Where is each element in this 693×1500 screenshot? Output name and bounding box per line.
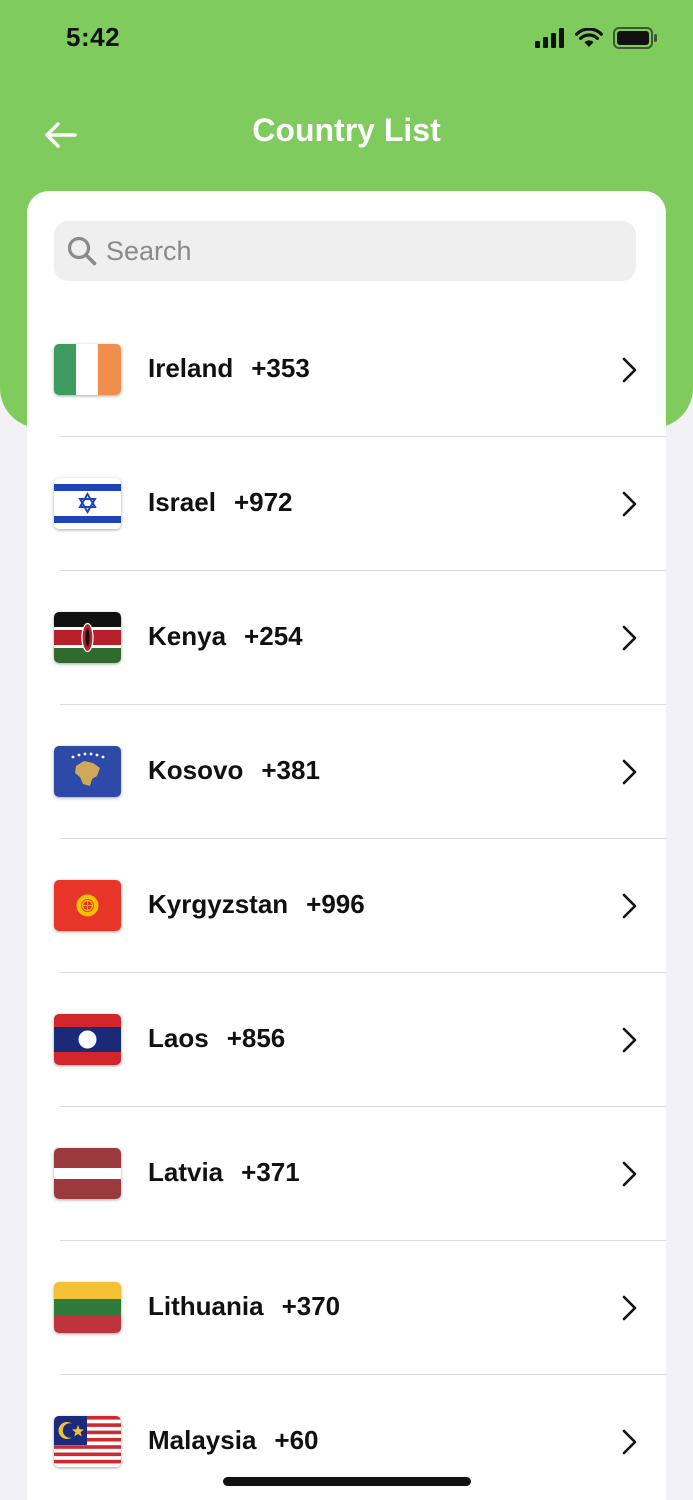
country-label: Israel +972 [148, 487, 293, 518]
country-name: Latvia [148, 1157, 224, 1187]
country-row-laos[interactable]: Laos +856 [27, 973, 666, 1107]
chevron-right-icon [622, 893, 637, 919]
chevron-right-icon [622, 625, 637, 651]
country-dial-code: +60 [274, 1425, 319, 1455]
country-list: Ireland +353 Israel +972 Kenya +254 Koso… [27, 303, 666, 1500]
cellular-signal-icon [535, 28, 564, 48]
country-dial-code: +353 [251, 353, 310, 383]
chevron-right-icon [622, 491, 637, 517]
country-label: Kosovo +381 [148, 755, 320, 786]
chevron-right-icon [622, 1027, 637, 1053]
chevron-right-icon [622, 1161, 637, 1187]
country-dial-code: +381 [261, 755, 320, 785]
israel-flag-icon [54, 478, 121, 529]
status-time: 5:42 [66, 22, 121, 52]
country-dial-code: +972 [233, 487, 293, 517]
country-row-kyrgyzstan[interactable]: Kyrgyzstan +996 [27, 839, 666, 973]
country-row-latvia[interactable]: Latvia +371 [27, 1107, 666, 1241]
country-name: Kyrgyzstan [148, 889, 289, 919]
status-icons [535, 26, 657, 50]
latvia-flag-icon [54, 1148, 121, 1199]
status-bar: 5:42 [0, 0, 693, 80]
country-label: Kenya +254 [148, 621, 303, 652]
search-bar[interactable] [54, 221, 636, 281]
country-label: Ireland +353 [148, 353, 310, 384]
battery-icon [613, 27, 657, 49]
chevron-right-icon [622, 1295, 637, 1321]
country-label: Kyrgyzstan +996 [148, 889, 365, 920]
malaysia-flag-icon [54, 1416, 121, 1467]
country-dial-code: +996 [306, 889, 365, 919]
country-row-ireland[interactable]: Ireland +353 [27, 303, 666, 437]
kosovo-flag-icon [54, 746, 121, 797]
search-icon [67, 236, 97, 266]
country-name: Malaysia [148, 1425, 257, 1455]
kyrgyzstan-flag-icon [54, 880, 121, 931]
country-label: Lithuania +370 [148, 1291, 340, 1322]
chevron-right-icon [622, 759, 637, 785]
country-row-kosovo[interactable]: Kosovo +381 [27, 705, 666, 839]
country-dial-code: +856 [226, 1023, 286, 1053]
page-title: Country List [252, 112, 441, 148]
country-list-card: Ireland +353 Israel +972 [27, 191, 666, 1500]
country-name: Kosovo [148, 755, 244, 785]
country-name: Kenya [148, 621, 227, 651]
kenya-flag-icon [54, 612, 121, 663]
country-label: Laos +856 [148, 1023, 285, 1054]
country-name: Lithuania [148, 1291, 264, 1321]
chevron-right-icon [622, 357, 637, 383]
country-row-kenya[interactable]: Kenya +254 [27, 571, 666, 705]
country-row-israel[interactable]: Israel +972 [27, 437, 666, 571]
country-name: Laos [148, 1023, 209, 1053]
lithuania-flag-icon [54, 1282, 121, 1333]
country-dial-code: +254 [244, 621, 303, 651]
country-row-lithuania[interactable]: Lithuania +370 [27, 1241, 666, 1375]
country-name: Israel [148, 487, 216, 517]
country-dial-code: +370 [281, 1291, 341, 1321]
wifi-icon [575, 28, 603, 47]
country-name: Ireland [148, 353, 234, 383]
home-indicator [223, 1477, 471, 1486]
chevron-right-icon [622, 1429, 637, 1455]
country-dial-code: +371 [241, 1157, 300, 1187]
laos-flag-icon [54, 1014, 121, 1065]
country-label: Latvia +371 [148, 1157, 300, 1188]
ireland-flag-icon [54, 344, 121, 395]
country-label: Malaysia +60 [148, 1425, 319, 1456]
search-input[interactable] [106, 221, 606, 281]
